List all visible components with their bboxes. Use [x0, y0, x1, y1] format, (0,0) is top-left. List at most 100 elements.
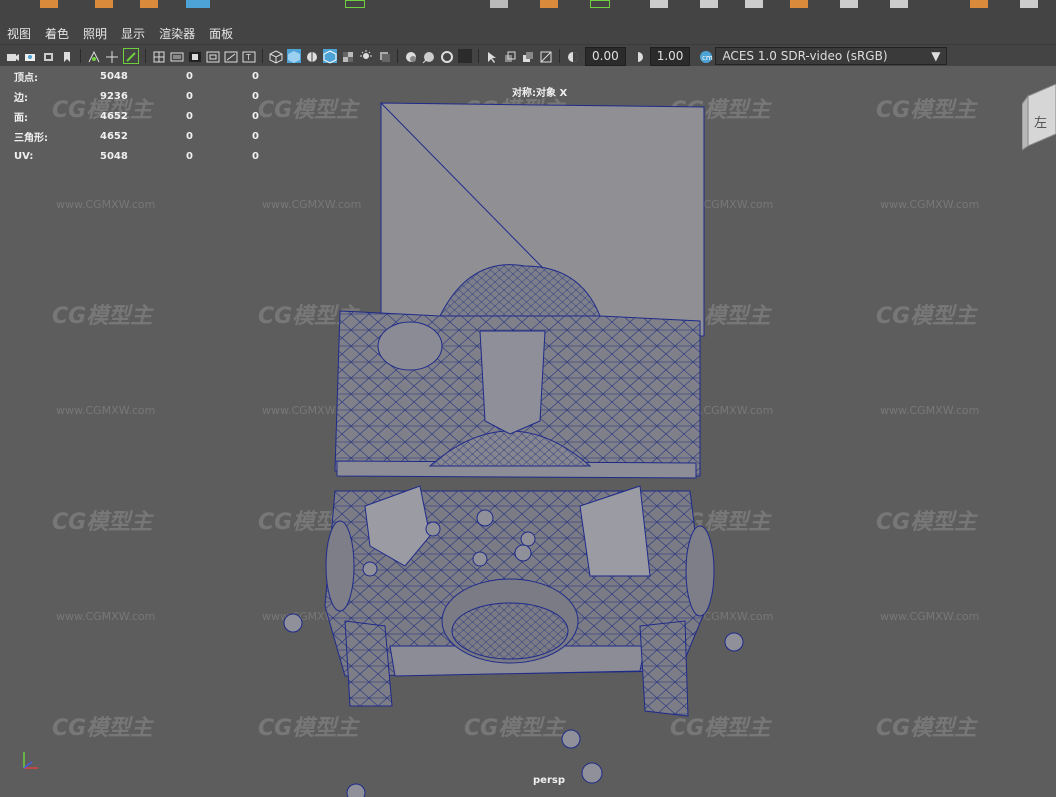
hud-value: 0	[252, 150, 259, 162]
color-space-dropdown[interactable]: ACES 1.0 SDR-video (sRGB) ▼	[715, 47, 948, 65]
shelf-icon[interactable]	[970, 0, 988, 8]
two-d-pan-icon[interactable]	[87, 49, 101, 63]
xray-active-icon[interactable]	[521, 49, 535, 63]
xray-joints-icon[interactable]	[503, 49, 517, 63]
shelf-icon[interactable]	[540, 0, 558, 8]
hud-value: 0	[252, 130, 259, 142]
hud-label: 顶点:	[14, 72, 38, 84]
axis-gizmo-icon	[16, 746, 46, 780]
hud-value: 5048	[100, 150, 128, 162]
shelf-icon[interactable]	[700, 0, 718, 8]
hud-value: 5048	[100, 70, 128, 82]
hud-row-faces: 面: 4652 0 0	[14, 106, 292, 126]
chevron-down-icon: ▼	[931, 49, 941, 63]
hud-row-uvs: UV: 5048 0 0	[14, 146, 292, 166]
hud-row-triangles: 三角形: 4652 0 0	[14, 126, 292, 146]
hud-value: 0	[186, 70, 193, 82]
svg-text:cm: cm	[702, 54, 713, 62]
grid-icon[interactable]	[152, 49, 166, 63]
hud-value: 4652	[100, 130, 128, 142]
backface-icon[interactable]	[539, 49, 553, 63]
shelf-icon[interactable]	[745, 0, 763, 8]
hud-value: 4652	[100, 110, 128, 122]
hud-value: 0	[252, 90, 259, 102]
hud-value: 9236	[100, 90, 128, 102]
wireframe-icon[interactable]	[269, 49, 283, 64]
anti-alias-icon[interactable]	[440, 49, 454, 63]
camera-name-label: persp	[533, 775, 565, 786]
texture-icon[interactable]	[341, 49, 355, 63]
panel-menu-bar: 视图 着色 照明 显示 渲染器 面板	[0, 22, 1056, 44]
resolution-gate-icon[interactable]	[188, 49, 202, 63]
shelf-icon[interactable]	[890, 0, 908, 8]
lighting-icon[interactable]	[359, 49, 373, 63]
hud-label: 三角形:	[14, 132, 48, 144]
separator	[262, 49, 263, 63]
hud-row-vertices: 顶点: 5048 0 0	[14, 66, 292, 86]
shelf-icon[interactable]	[840, 0, 858, 8]
exposure-field[interactable]: 0.00	[585, 46, 626, 66]
ambient-occlusion-icon[interactable]	[404, 49, 418, 63]
image-plane-icon[interactable]	[60, 49, 74, 63]
hud-label: 边:	[14, 92, 28, 104]
shelf-icon[interactable]	[590, 0, 610, 8]
menu-renderer[interactable]: 渲染器	[152, 25, 202, 42]
separator	[559, 49, 560, 63]
menu-lighting[interactable]: 照明	[76, 25, 114, 42]
wireframe-on-shaded-icon[interactable]	[305, 49, 319, 63]
exposure-icon[interactable]	[566, 49, 580, 63]
gamma-icon[interactable]	[631, 49, 645, 63]
camera-select-icon[interactable]	[6, 49, 20, 63]
gate-mask-icon[interactable]	[206, 49, 220, 63]
shelf-icon[interactable]	[345, 0, 365, 8]
shelf-icon[interactable]	[140, 0, 158, 8]
separator	[145, 49, 146, 63]
hud-label: 面:	[14, 112, 28, 124]
poly-count-hud: 顶点: 5048 0 0 边: 9236 0 0 面: 4652 0 0 三角形…	[14, 66, 292, 166]
menu-show[interactable]: 显示	[114, 25, 152, 42]
field-chart-icon[interactable]	[224, 49, 238, 63]
shelf-icon[interactable]	[40, 0, 58, 8]
shelf-icon[interactable]	[650, 0, 668, 8]
panel-toolbar: T 0.00 1.00 cm ACES 1.0 SDR-video (sRGB)…	[0, 44, 1056, 67]
shelf-icon[interactable]	[186, 0, 210, 8]
bookmarks-icon[interactable]	[42, 49, 56, 63]
camera-attributes-icon[interactable]	[24, 49, 38, 63]
isolate-select-icon[interactable]	[485, 49, 499, 63]
hud-value: 0	[186, 90, 193, 102]
perspective-viewport[interactable]: CG模型主 CG模型主 CG模型主 CG模型主 CG模型主 www.CGMXW.…	[0, 66, 1056, 797]
separator	[397, 49, 398, 63]
xray-icon[interactable]	[323, 49, 337, 64]
shelf-icon[interactable]	[790, 0, 808, 8]
hud-value: 0	[252, 70, 259, 82]
treasure-chest-mesh[interactable]	[0, 66, 1056, 797]
shadows-icon[interactable]	[377, 49, 391, 63]
motion-blur-icon[interactable]	[422, 49, 436, 64]
shelf-icon[interactable]	[95, 0, 113, 8]
shelf-icon[interactable]	[1020, 0, 1038, 8]
film-gate-icon[interactable]	[170, 49, 184, 63]
hud-row-edges: 边: 9236 0 0	[14, 86, 292, 106]
hud-value: 0	[252, 110, 259, 122]
view-cube-face-label: 左	[1034, 116, 1048, 131]
depth-of-field-icon[interactable]	[458, 49, 472, 63]
hud-label: UV:	[14, 150, 34, 162]
safe-action-icon[interactable]: T	[242, 49, 256, 63]
color-space-label: ACES 1.0 SDR-video (sRGB)	[722, 49, 888, 63]
symmetry-label: 对称:对象 X	[512, 88, 568, 99]
separator	[478, 49, 479, 63]
pencil-icon[interactable]	[123, 48, 139, 64]
shelf-icon[interactable]	[490, 0, 508, 8]
view-cube[interactable]: 左	[1021, 83, 1056, 158]
grease-pencil-icon[interactable]	[105, 49, 119, 63]
menu-panels[interactable]: 面板	[202, 25, 240, 42]
color-management-icon[interactable]: cm	[699, 49, 713, 63]
menu-view[interactable]: 视图	[0, 25, 38, 42]
hud-value: 0	[186, 150, 193, 162]
separator	[80, 49, 81, 63]
top-shelf-strip	[0, 0, 1056, 23]
gamma-field[interactable]: 1.00	[649, 46, 691, 66]
hud-value: 0	[186, 110, 193, 122]
menu-shading[interactable]: 着色	[38, 25, 76, 42]
smooth-shade-icon[interactable]	[287, 49, 301, 63]
